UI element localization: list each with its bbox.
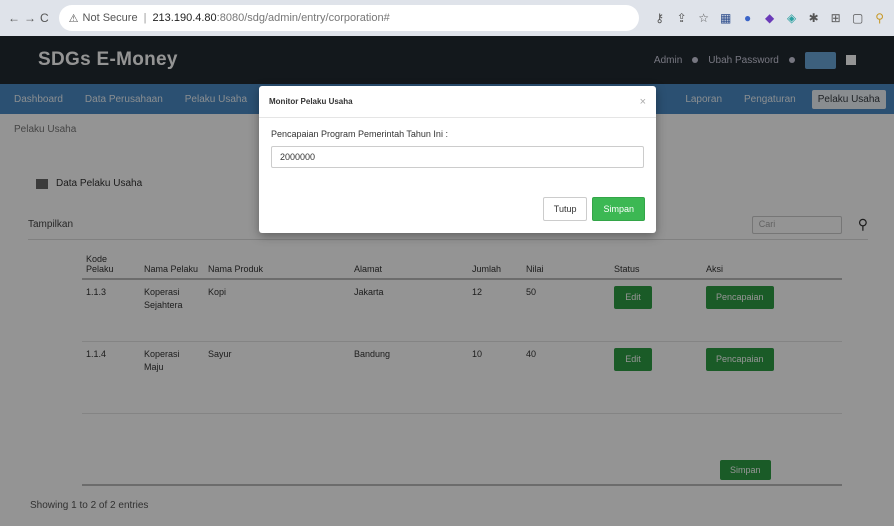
puzzle-icon[interactable]: ◆ (763, 11, 777, 25)
browser-toolbar: ← → C ⚠ Not Secure | 213.190.4.80 :8080/… (0, 0, 894, 36)
profile-icon[interactable]: ⚲ (873, 11, 887, 25)
url-host: 213.190.4.80 (152, 12, 217, 24)
window-icon[interactable]: ▢ (851, 11, 865, 25)
monitor-modal: Monitor Pelaku Usaha × Pencapaian Progra… (259, 86, 656, 233)
pin-icon[interactable]: ✱ (807, 11, 821, 25)
back-icon[interactable]: ← (8, 9, 20, 27)
address-bar[interactable]: ⚠ Not Secure | 213.190.4.80 :8080/sdg/ad… (58, 5, 639, 31)
star-icon[interactable]: ☆ (697, 11, 711, 25)
address-separator: | (143, 12, 147, 24)
simpan-button[interactable]: Simpan (592, 197, 645, 221)
pencapaian-input[interactable] (271, 146, 644, 168)
modal-body: Pencapaian Program Pemerintah Tahun Ini … (259, 118, 656, 168)
modal-header: Monitor Pelaku Usaha × (259, 86, 656, 118)
modal-title: Monitor Pelaku Usaha (269, 97, 353, 106)
shield-icon[interactable]: ◈ (785, 11, 799, 25)
modal-footer: Tutup Simpan (542, 197, 645, 221)
forward-icon[interactable]: → (24, 9, 36, 27)
extension-bar: ⚷ ⇪ ☆ ▦ ● ◆ ◈ ✱ ⊞ ▢ ⚲ (653, 11, 887, 25)
reload-icon[interactable]: C (40, 9, 49, 27)
url-path: :8080/sdg/admin/entry/corporation# (216, 12, 390, 24)
extension-icon[interactable]: ● (741, 11, 755, 25)
pencapaian-label: Pencapaian Program Pemerintah Tahun Ini … (271, 129, 448, 139)
warning-icon: ⚠ (68, 12, 79, 25)
grid-icon[interactable]: ▦ (719, 11, 733, 25)
tab-icon[interactable]: ⊞ (829, 11, 843, 25)
not-secure-label: Not Secure (82, 12, 138, 24)
key-icon[interactable]: ⚷ (653, 11, 667, 25)
tutup-button[interactable]: Tutup (542, 197, 588, 221)
close-icon[interactable]: × (640, 96, 646, 108)
share-icon[interactable]: ⇪ (675, 11, 689, 25)
